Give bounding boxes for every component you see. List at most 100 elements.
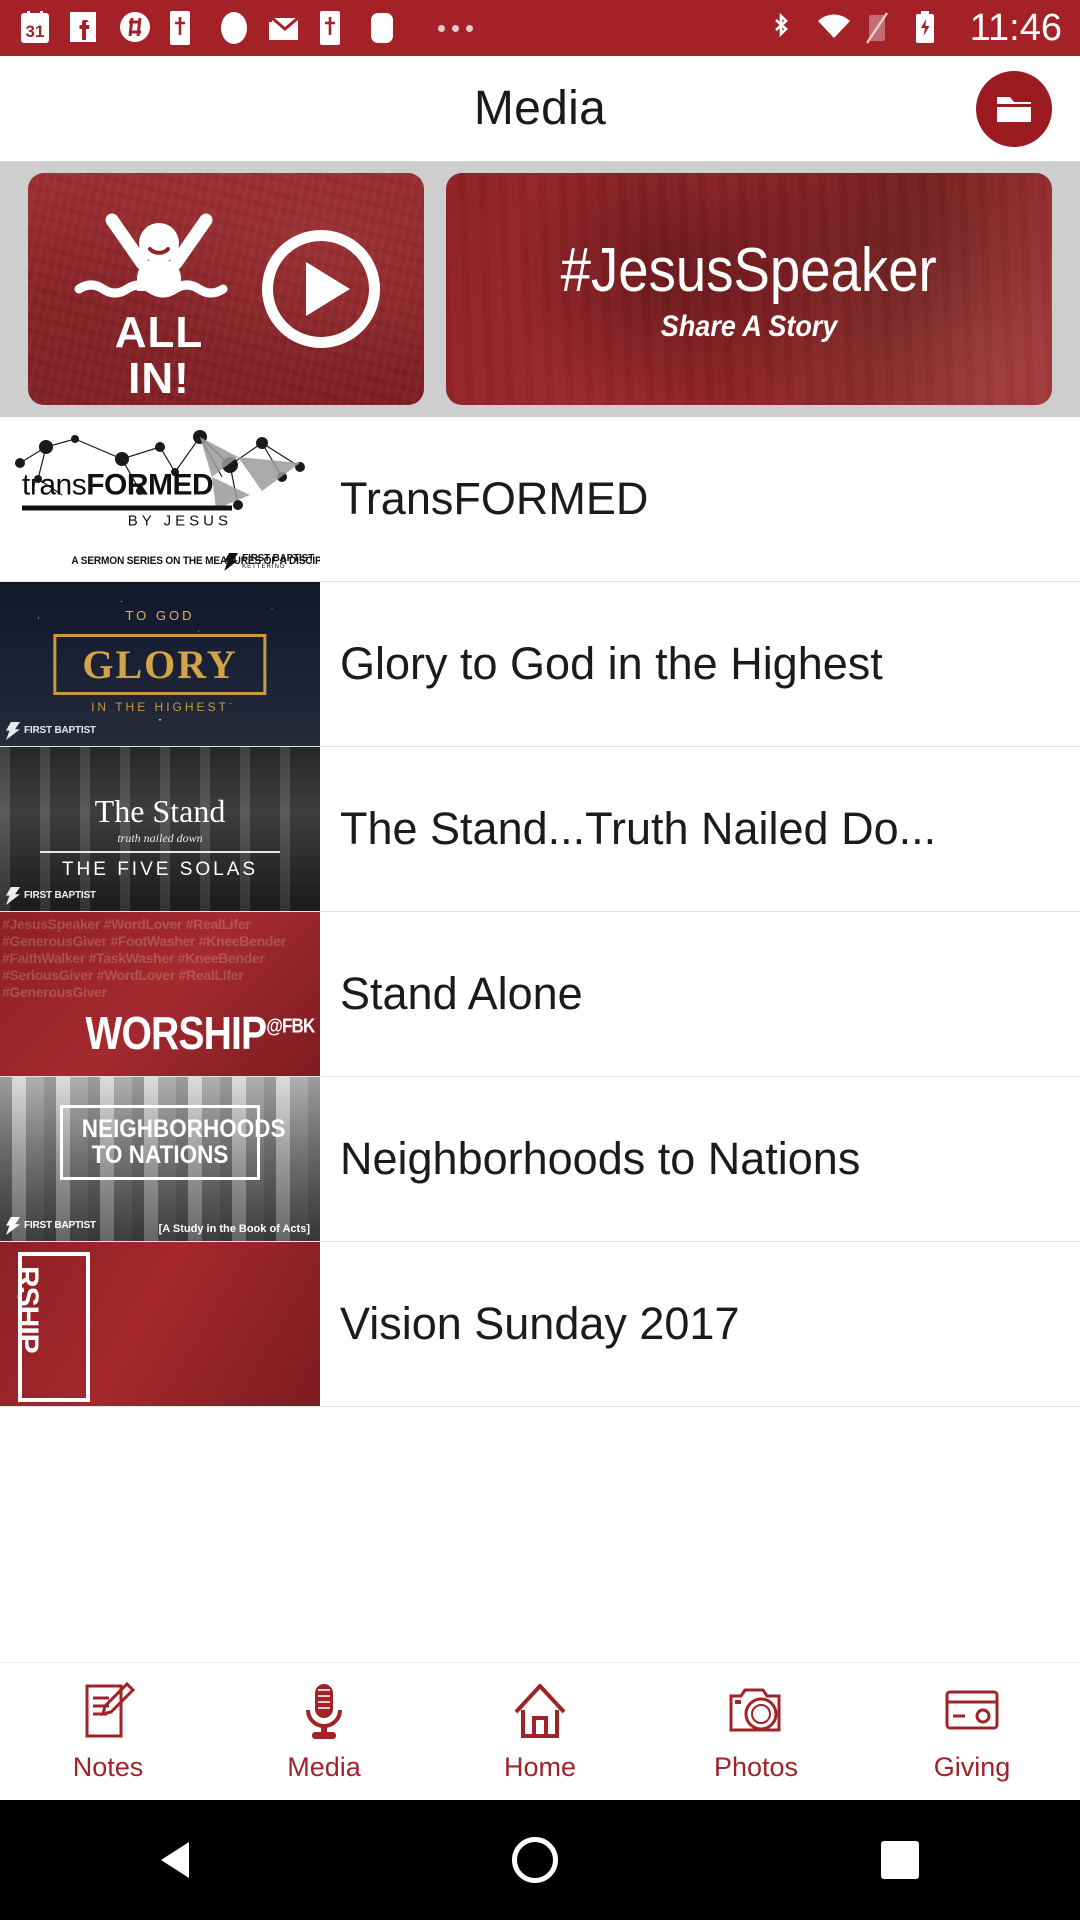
tab-label: Giving [933,1752,1011,1782]
thumb-line-2: TO NATIONS [91,1141,229,1170]
more-notifications-dots [438,24,473,32]
list-item-title: Glory to God in the Highest [340,638,883,689]
svg-text:31: 31 [26,22,45,41]
list-item[interactable]: transFORMED BY JESUS A SERMON SERIES ON … [0,417,1080,582]
brand-name: FIRST BAPTIST [24,725,96,736]
list-item[interactable]: The Stand truth nailed down THE FIVE SOL… [0,747,1080,912]
android-navigation-bar [0,1800,1080,1920]
tab-media[interactable]: Media [216,1680,432,1783]
recents-square-icon[interactable] [880,1841,919,1879]
media-thumbnail: The Stand truth nailed down THE FIVE SOL… [0,747,320,911]
media-thumbnail: TO GOD GLORY IN THE HIGHEST FIRST BAPTIS… [0,582,320,746]
banner-content: ALL IN! [28,173,424,405]
credit-card-icon [943,1680,1001,1742]
camera-icon [727,1680,785,1742]
banner-subtitle: Share A Story [660,309,838,343]
neighborhoods-frame: NEIGHBORHOODS TO NATIONS [60,1105,286,1180]
thumb-main-text: GLORY [82,642,238,687]
person-in-water-icon [74,213,228,298]
slack-icon [118,10,152,46]
list-item[interactable]: TO GOD GLORY IN THE HIGHEST FIRST BAPTIS… [0,582,1080,747]
status-system-icons: 11:46 [768,7,1062,50]
thumb-vertical-text: RSHIP [11,1266,44,1353]
tab-label: Home [503,1752,577,1782]
gmail-icon [268,10,302,46]
tab-label: Media [287,1752,361,1782]
church-brand-logo: FIRST BAPTIST [6,1217,96,1235]
media-thumbnail: NEIGHBORHOODS TO NATIONS [A Study in the… [0,1077,320,1241]
status-clock: 11:46 [969,6,1062,49]
list-item-title: Vision Sunday 2017 [340,1298,740,1349]
wifi-icon [816,10,850,46]
list-item-title: The Stand...Truth Nailed Do... [340,803,937,854]
church-brand-logo: FIRST BAPTIST KETTERING [224,553,314,571]
thumb-bottom-label: IN THE HIGHEST [91,700,229,714]
thumb-top-label: TO GOD [125,608,195,623]
media-thumbnail: transFORMED BY JESUS A SERMON SERIES ON … [0,417,320,581]
thumb-caption: [A Study in the Book of Acts] [158,1223,310,1235]
logo-bold-text: FORMED [86,468,214,502]
list-item-title: Neighborhoods to Nations [340,1133,861,1184]
banner-content: #JesusSpeaker Share A Story [446,173,1052,405]
banner-line-1: ALL [114,308,204,357]
status-overflow [402,24,768,32]
banner-jesus-speaker[interactable]: #JesusSpeaker Share A Story [446,173,1052,405]
list-item[interactable]: RSHIP Vision Sunday 2017 [0,1242,1080,1407]
rounded-square-icon [368,10,402,46]
sim-off-icon [864,10,898,46]
transformed-logo: transFORMED BY JESUS [22,469,232,530]
all-in-mark: ALL IN! [64,203,254,404]
home-circle-icon[interactable] [511,1837,558,1883]
thumb-line-1: NEIGHBORHOODS [81,1115,286,1143]
media-thumbnail: #JesusSpeaker #WordLover #RealLifer #Gen… [0,912,320,1076]
brand-name: FIRST BAPTIST [24,890,96,901]
tab-giving[interactable]: Giving [864,1680,1080,1783]
oval-notification-icon [218,10,252,46]
brand-name: FIRST BAPTIST [24,1220,96,1231]
worship-word: WORSHIP [85,1007,267,1059]
thumb-script-text: truth nailed down [117,831,203,845]
tab-photos[interactable]: Photos [648,1680,864,1783]
microphone-icon [295,1680,353,1742]
church-brand-logo: FIRST BAPTIST [6,722,96,740]
play-icon[interactable] [262,230,380,348]
back-triangle-icon[interactable] [161,1842,190,1878]
folder-icon[interactable] [976,70,1052,147]
tab-label: Photos [713,1752,799,1782]
facebook-icon [68,10,102,46]
status-notification-icons: 31 [18,10,402,46]
bible-app-icon-2 [318,10,352,46]
banner-title: #JesusSpeaker [560,235,938,305]
bottom-tab-bar: Notes Media Home Photos Giving [0,1662,1080,1800]
worship-suffix: @FBK [265,1015,315,1038]
logo-light-text: trans [22,468,87,502]
thumb-main-text: The Stand [94,793,226,829]
list-item-title: TransFORMED [340,473,649,524]
calendar-icon: 31 [18,10,52,46]
media-list[interactable]: transFORMED BY JESUS A SERMON SERIES ON … [0,417,1080,1662]
list-item-title: Stand Alone [340,968,583,1019]
church-brand-logo: FIRST BAPTIST [6,887,96,905]
tab-home[interactable]: Home [432,1680,648,1783]
brand-name: FIRST BAPTIST [242,553,314,564]
glory-frame: GLORY [53,634,267,695]
thumb-main-text: WORSHIP@FBK [85,1006,315,1060]
logo-subtitle: BY JESUS [127,512,232,530]
tab-label: Notes [72,1752,144,1782]
banner-all-in[interactable]: ALL IN! [28,173,424,405]
page-title: Media [473,82,607,135]
tab-notes[interactable]: Notes [0,1680,216,1783]
bluetooth-icon [768,10,802,46]
list-item[interactable]: #JesusSpeaker #WordLover #RealLifer #Gen… [0,912,1080,1077]
house-icon [511,1680,569,1742]
app-screen: 31 11:46 Media ALL IN! #JesusSpeaker Sha… [0,0,1080,1920]
featured-banner-strip: ALL IN! #JesusSpeaker Share A Story [0,161,1080,417]
banner-line-2: IN! [128,354,190,404]
brand-sub: KETTERING [242,564,286,570]
app-header: Media [0,56,1080,161]
notepad-pencil-icon [79,1680,137,1742]
battery-charging-icon [912,10,946,46]
thumb-sub-text: THE FIVE SOLAS [61,859,259,880]
bible-app-icon [168,10,202,46]
list-item[interactable]: NEIGHBORHOODS TO NATIONS [A Study in the… [0,1077,1080,1242]
